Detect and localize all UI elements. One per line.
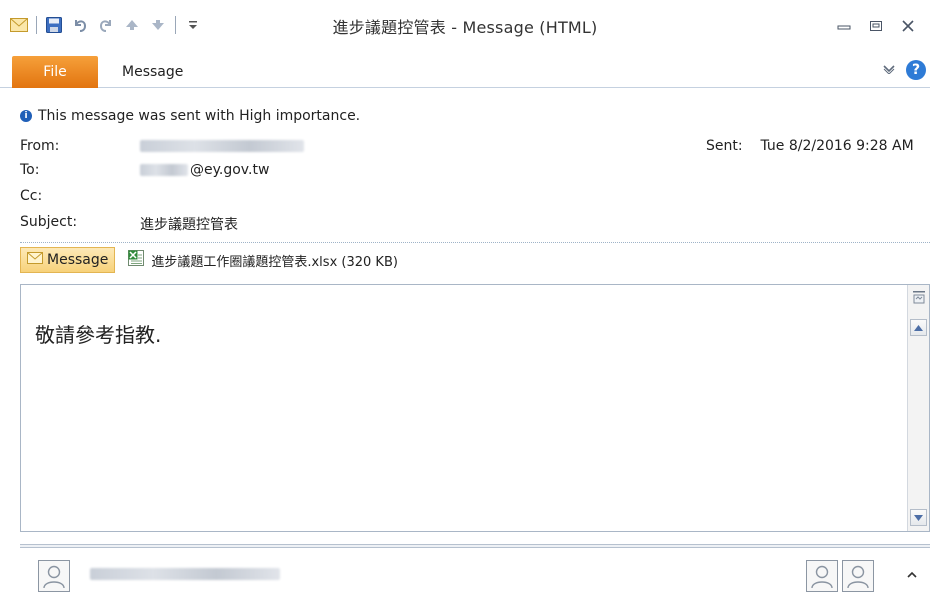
help-icon[interactable]: ? <box>906 60 926 80</box>
minimize-ribbon-icon[interactable] <box>882 63 896 78</box>
envelope-icon <box>27 252 43 268</box>
sender-avatar-icon[interactable] <box>38 560 70 592</box>
expand-pane-icon[interactable] <box>904 566 920 582</box>
cc-label: Cc: <box>20 188 43 204</box>
message-body[interactable]: 敬請參考指教. <box>20 284 930 532</box>
contact-avatar-icon[interactable] <box>806 560 838 592</box>
people-pane-splitter[interactable] <box>20 544 930 548</box>
header-divider <box>20 242 930 243</box>
sent-row: Sent: Tue 8/2/2016 9:28 AM <box>706 138 914 154</box>
sent-value: Tue 8/2/2016 9:28 AM <box>760 138 914 154</box>
window-title: 進步議題控管表 - Message (HTML) <box>0 14 930 38</box>
redacted-recipient <box>140 164 188 176</box>
close-icon[interactable] <box>896 16 920 36</box>
message-body-text: 敬請參考指教. <box>35 323 162 347</box>
message-view-label: Message <box>47 252 109 268</box>
info-icon: i <box>20 110 32 122</box>
window-title-text: 進步議題控管表 - Message (HTML) <box>332 18 598 37</box>
from-label: From: <box>20 138 60 154</box>
window-controls <box>832 16 920 36</box>
redacted-sender <box>140 140 304 152</box>
restore-icon[interactable] <box>864 16 888 36</box>
importance-notice: i This message was sent with High import… <box>20 108 360 124</box>
to-value[interactable]: @ey.gov.tw <box>140 162 269 178</box>
attachment-bar: Message 進步議題工作圈議題控管表.xlsx (320 KB) <box>20 244 930 276</box>
title-bar: 進步議題控管表 - Message (HTML) <box>0 0 930 48</box>
tab-file[interactable]: File <box>12 56 98 88</box>
contact-avatar-icon[interactable] <box>842 560 874 592</box>
sent-label: Sent: <box>706 138 743 154</box>
attachment-file[interactable]: 進步議題工作圈議題控管表.xlsx (320 KB) <box>127 249 398 271</box>
to-domain: @ey.gov.tw <box>190 162 270 178</box>
tab-message[interactable]: Message <box>122 56 183 88</box>
message-header: i This message was sent with High import… <box>0 96 930 244</box>
importance-text: This message was sent with High importan… <box>38 108 361 124</box>
people-pane <box>20 552 930 598</box>
ribbon: File Message ? <box>0 56 930 88</box>
vertical-scrollbar[interactable] <box>907 285 929 531</box>
message-view-button[interactable]: Message <box>20 247 116 273</box>
redacted-people-pane-name <box>90 568 280 580</box>
attachment-file-name: 進步議題工作圈議題控管表.xlsx (320 KB) <box>151 254 398 270</box>
split-icon[interactable] <box>910 289 927 306</box>
to-label: To: <box>20 162 40 178</box>
ribbon-right-controls: ? <box>882 60 926 80</box>
from-value[interactable] <box>140 138 304 154</box>
minimize-icon[interactable] <box>832 16 856 36</box>
excel-file-icon <box>127 249 145 271</box>
scroll-up-icon[interactable] <box>910 319 927 336</box>
subject-value: 進步議題控管表 <box>140 217 238 233</box>
subject-label: Subject: <box>20 214 78 230</box>
scroll-down-icon[interactable] <box>910 509 927 526</box>
